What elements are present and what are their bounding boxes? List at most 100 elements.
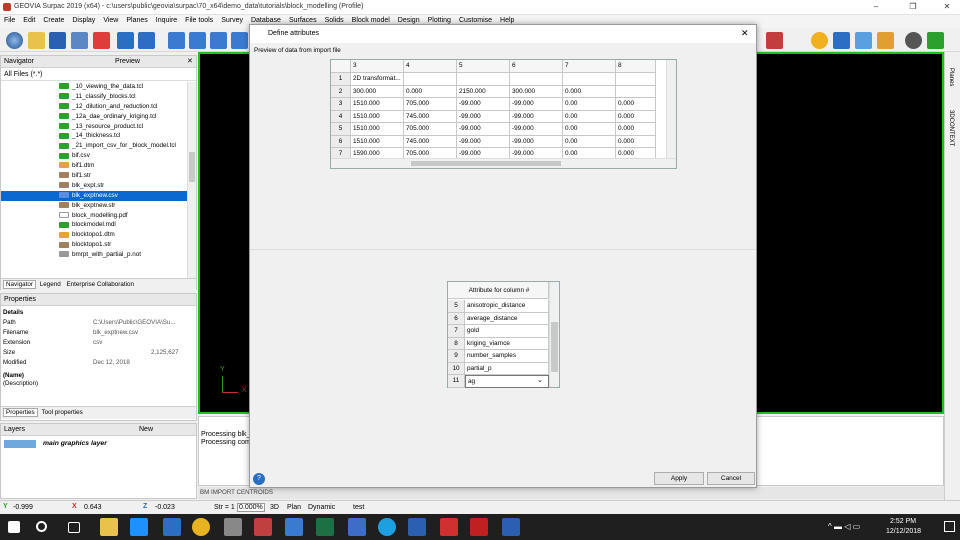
menu-plotting[interactable]: Plotting (424, 15, 455, 24)
menu-planes[interactable]: Planes (122, 15, 151, 24)
file-tree-item[interactable]: block_modelling.pdf (1, 211, 187, 221)
attribute-scrollbar[interactable] (549, 282, 559, 387)
file-tree-item[interactable]: bmrpt_with_partial_p.not (1, 250, 187, 260)
menu-file[interactable]: File (0, 15, 19, 24)
grid-column-header[interactable] (331, 60, 351, 73)
grid-column-header[interactable]: 5 (457, 60, 510, 73)
grid-column-header[interactable]: 4 (404, 60, 457, 73)
pencil-icon[interactable] (766, 32, 783, 49)
file-tree-item[interactable]: blocktopo1.dtm (1, 230, 187, 240)
stop-icon[interactable] (905, 32, 922, 49)
file-explorer-icon[interactable] (100, 518, 118, 536)
remote-desktop-icon[interactable] (348, 518, 366, 536)
view-icon[interactable] (189, 32, 206, 49)
attribute-name-cell[interactable]: anisotropic_distance (465, 300, 549, 313)
tab-enterprise-collaboration[interactable]: Enterprise Collaboration (64, 281, 136, 288)
undo-icon[interactable] (117, 32, 134, 49)
menu-design[interactable]: Design (394, 15, 424, 24)
mode-3d-button[interactable]: 3D (270, 504, 279, 511)
grid-row-header[interactable]: 4 (331, 110, 351, 123)
details-section[interactable]: Details (3, 309, 23, 316)
help-button[interactable]: ? (253, 473, 265, 485)
grid-row-header[interactable]: 3 (331, 98, 351, 111)
chevron-down-icon[interactable]: ⌄ (537, 376, 543, 384)
notepad-icon[interactable] (408, 518, 426, 536)
grid-column-header[interactable]: 8 (616, 60, 656, 73)
save-icon[interactable] (49, 32, 66, 49)
reset-icon[interactable] (93, 32, 110, 49)
menu-customise[interactable]: Customise (455, 15, 496, 24)
minimize-button[interactable]: – (866, 2, 886, 11)
notifications-icon[interactable] (944, 521, 955, 532)
view-section-icon[interactable] (231, 32, 248, 49)
windows-start-icon[interactable] (8, 521, 20, 533)
file-tree-item[interactable]: blk_expt.str (1, 181, 187, 191)
attribute-name-cell[interactable]: average_distance (465, 312, 549, 325)
tab-properties[interactable]: Properties (3, 408, 38, 417)
tab-tool-properties[interactable]: Tool properties (39, 409, 84, 416)
preview-label[interactable]: Preview (115, 58, 140, 65)
excel-icon[interactable] (316, 518, 334, 536)
menu-surfaces[interactable]: Surfaces (285, 15, 321, 24)
brush-icon[interactable] (877, 32, 894, 49)
skype-icon[interactable] (378, 518, 396, 536)
sun-icon[interactable] (811, 32, 828, 49)
view-plan-icon[interactable] (210, 32, 227, 49)
open-folder-icon[interactable] (28, 32, 45, 49)
grid-row-header[interactable]: 1 (331, 73, 351, 86)
file-tree-item[interactable]: _12a_dae_ordinary_kriging.tcl (1, 112, 187, 122)
hatch-icon[interactable] (855, 32, 872, 49)
menu-block-model[interactable]: Block model (348, 15, 394, 24)
tab-navigator[interactable]: Navigator (3, 280, 36, 289)
search-icon[interactable] (36, 521, 47, 532)
menu-database[interactable]: Database (247, 15, 285, 24)
file-tree-item[interactable]: bif1.dtm (1, 161, 187, 171)
acrobat-icon[interactable] (470, 518, 488, 536)
file-tree-item[interactable]: _13_resource_product.tcl (1, 122, 187, 132)
outlook-icon[interactable] (163, 518, 181, 536)
file-tree-item[interactable]: blk_exptnew.csv (1, 190, 187, 201)
grid-column-header[interactable]: 6 (510, 60, 563, 73)
dialog-close-button[interactable]: ✕ (741, 28, 749, 39)
attribute-name-cell[interactable]: gold (465, 325, 549, 338)
menu-edit[interactable]: Edit (19, 15, 39, 24)
tab-planes[interactable]: Planes (948, 68, 954, 86)
tab-legend[interactable]: Legend (38, 281, 63, 288)
redo-icon[interactable] (138, 32, 155, 49)
file-tree-item[interactable]: blk_exptnew.str (1, 201, 187, 211)
menu-inquire[interactable]: Inquire (152, 15, 181, 24)
dynamic-button[interactable]: Dynamic (308, 504, 335, 511)
menu-help[interactable]: Help (496, 15, 518, 24)
grid-column-header[interactable]: 7 (563, 60, 616, 73)
grid-row-header[interactable]: 2 (331, 85, 351, 98)
tab-3dcontext[interactable]: 3DCONTEXT (948, 110, 954, 146)
attribute-name-cell[interactable]: kriging_viarnce (465, 337, 549, 350)
file-tree-item[interactable]: bif1.str (1, 171, 187, 181)
menu-display[interactable]: Display (68, 15, 99, 24)
new-layer-button[interactable]: New (139, 426, 153, 433)
maximize-button[interactable]: ❐ (903, 2, 923, 11)
grid-vertical-scrollbar[interactable] (666, 60, 676, 158)
file-tree-item[interactable]: bif.csv (1, 151, 187, 161)
surpac-icon[interactable] (254, 518, 272, 536)
grid-row-header[interactable]: 5 (331, 123, 351, 136)
file-tree-item[interactable]: _10_viewing_the_data.tcl (1, 82, 187, 92)
layer-item[interactable]: main graphics layer (43, 440, 107, 447)
file-tree-item[interactable]: blockmodel.mdl (1, 220, 187, 230)
attribute-name-cell[interactable]: partial_p (465, 362, 549, 375)
menu-solids[interactable]: Solids (321, 15, 348, 24)
file-tree-item[interactable]: _12_dilution_and_reduction.tcl (1, 102, 187, 112)
grid-icon[interactable] (168, 32, 185, 49)
menu-survey[interactable]: Survey (217, 15, 247, 24)
grid-row-header[interactable]: 6 (331, 135, 351, 148)
globe-icon[interactable] (6, 32, 23, 49)
attribute-name-cell[interactable]: number_samples (465, 350, 549, 363)
file-tree-item[interactable]: _11_classify_blocks.tcl (1, 92, 187, 102)
cancel-button[interactable]: Cancel (707, 472, 755, 485)
clock-time[interactable]: 2:52 PM (890, 518, 916, 525)
app-icon[interactable] (285, 518, 303, 536)
plan-button[interactable]: Plan (287, 504, 301, 511)
menu-file-tools[interactable]: File tools (181, 15, 217, 24)
menu-view[interactable]: View (99, 15, 122, 24)
close-panel-icon[interactable]: ✕ (187, 57, 193, 65)
